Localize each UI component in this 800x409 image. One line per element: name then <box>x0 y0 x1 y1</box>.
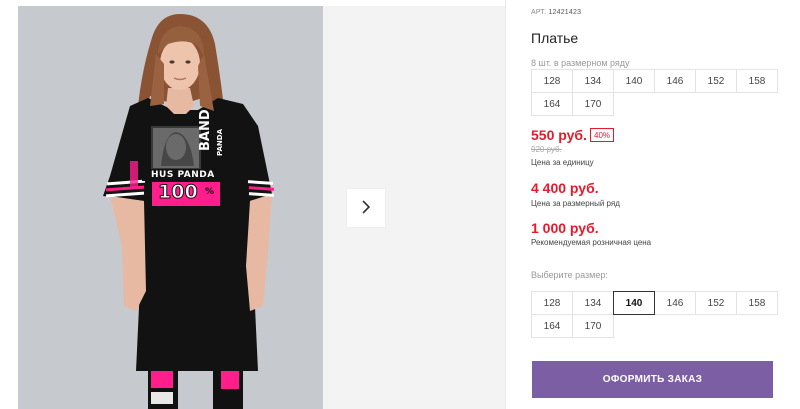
size-option-158[interactable]: 158 <box>736 291 778 315</box>
panel-divider <box>505 0 506 409</box>
pack-size-cell: 152 <box>695 69 737 93</box>
chevron-right-icon <box>360 199 372 218</box>
size-option-164[interactable]: 164 <box>531 314 573 338</box>
size-option-140[interactable]: 140 <box>613 291 655 315</box>
unit-price-label: Цена за единицу <box>531 158 594 167</box>
pack-size-cell: 134 <box>572 69 614 93</box>
article-line: АРТ. 12421423 <box>531 9 581 16</box>
set-price: 4 400 руб. <box>531 180 599 196</box>
size-option-152[interactable]: 152 <box>695 291 737 315</box>
print-percent-sign: % <box>205 187 215 197</box>
set-price-label: Цена за размерный ряд <box>531 199 620 208</box>
product-photo[interactable]: BAND PANDA HUS PANDA 100 % <box>18 6 323 409</box>
choose-size-label: Выберите размер: <box>531 270 608 280</box>
size-option-170[interactable]: 170 <box>572 314 614 338</box>
size-option-128[interactable]: 128 <box>531 291 573 315</box>
discount-badge: 40% <box>590 128 615 142</box>
print-band-text: BAND <box>198 109 213 151</box>
pack-note: 8 шт. в размерном ряду <box>531 58 630 68</box>
pack-size-cell: 158 <box>736 69 778 93</box>
place-order-button[interactable]: ОФОРМИТЬ ЗАКАЗ <box>532 361 773 398</box>
pack-size-cell: 146 <box>654 69 696 93</box>
pack-size-grid: 128 134 140 146 152 158 164 170 <box>531 69 778 116</box>
product-photo-illustration <box>18 6 323 409</box>
pack-size-cell: 170 <box>572 92 614 116</box>
product-gallery: BAND PANDA HUS PANDA 100 % <box>18 6 506 409</box>
print-hus-panda-text: HUS PANDA <box>151 170 215 180</box>
print-panda-text: PANDA <box>216 129 224 156</box>
size-selector: 128 134 140 146 152 158 164 170 <box>531 291 778 338</box>
size-option-134[interactable]: 134 <box>572 291 614 315</box>
print-percent-text: 100 <box>158 181 199 204</box>
rrp-price-label: Рекомендуемая розничная цена <box>531 238 652 247</box>
pack-size-cell: 140 <box>613 69 655 93</box>
article-number: 12421423 <box>548 9 582 16</box>
size-option-146[interactable]: 146 <box>654 291 696 315</box>
pack-size-cell: 128 <box>531 69 573 93</box>
rrp-price: 1 000 руб. <box>531 220 599 236</box>
product-title: Платье <box>531 30 579 46</box>
gallery-next-button[interactable] <box>347 189 385 227</box>
unit-price: 550 руб. <box>531 127 587 143</box>
pack-size-cell: 164 <box>531 92 573 116</box>
old-price: 920 руб. <box>531 145 562 154</box>
article-label: АРТ. <box>531 9 547 16</box>
